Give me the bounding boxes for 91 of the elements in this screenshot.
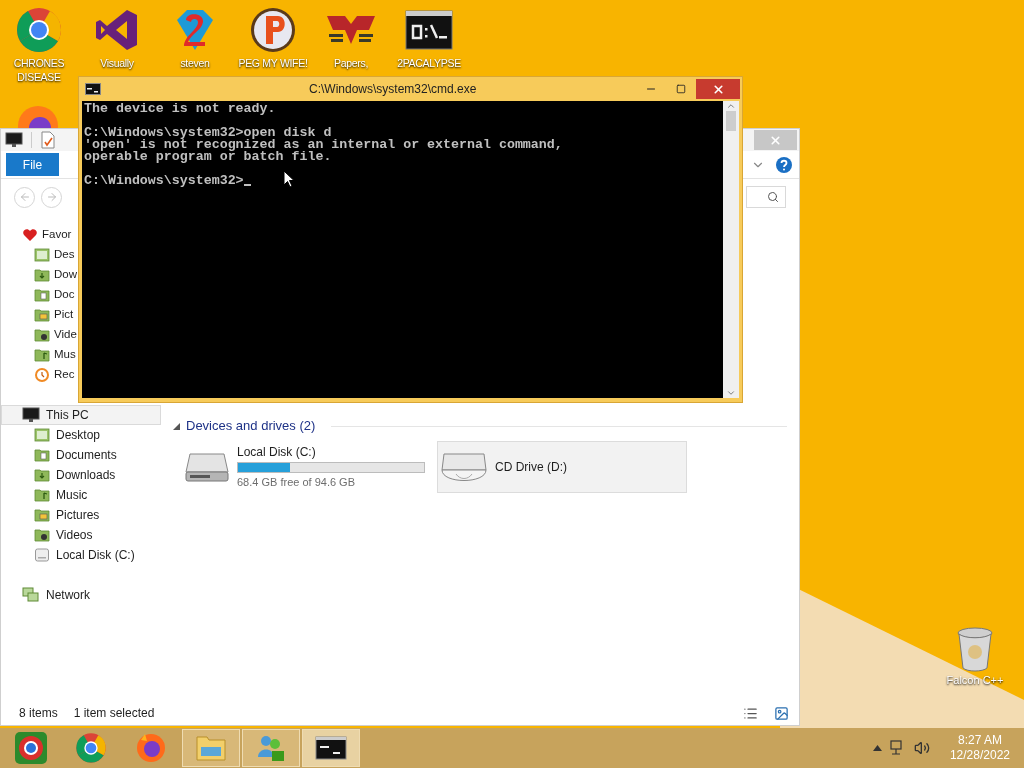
console-line: The device is not ready. [84,103,276,115]
shortcut-label: 2PACALYPSE [397,56,461,70]
folder-icon [195,733,227,763]
console-line: C:\Windows\system32> [84,175,251,187]
people-icon [256,733,286,763]
close-icon [769,133,782,147]
nav-item[interactable]: Documents [1,445,161,465]
maximize-icon [676,84,686,94]
nav-item[interactable]: Pictures [1,505,161,525]
console-line: operable program or batch file. [84,151,332,163]
nav-item[interactable]: Dow [1,265,78,285]
nav-item[interactable]: Pict [1,305,75,325]
nav-item[interactable]: Rec [1,365,76,385]
volume-icon[interactable] [913,740,930,756]
documents-folder-icon [34,287,50,303]
heart-icon [22,227,38,243]
monitor-icon [22,407,40,423]
music-folder-icon [34,487,50,503]
console-icon [405,10,453,50]
taskbar-button[interactable] [302,729,360,767]
nav-item[interactable]: Music [1,485,161,505]
item-count: 8 items [19,705,58,722]
search-icon [767,191,779,203]
details-view-icon[interactable] [743,705,758,721]
nav-item[interactable]: This PC [1,405,161,425]
chrome-icon [14,731,48,765]
drive-icon [34,547,50,563]
nav-item[interactable]: Favor [1,225,73,245]
videos-folder-icon [34,327,50,343]
pictures-folder-icon [34,307,50,323]
scroll-thumb[interactable] [726,111,736,131]
shortcut-label: Papers, [333,56,369,70]
scrollbar[interactable] [723,101,739,398]
help-icon[interactable] [775,155,793,174]
file-tab[interactable]: File [6,153,59,176]
nav-item[interactable]: Desktop [1,425,161,445]
shortcut-label: Visually [100,56,134,70]
music-folder-icon [34,347,50,363]
chrome-icon [15,6,63,54]
nav-item[interactable]: Doc [1,285,76,305]
desktop-icon [34,247,50,263]
close-button[interactable] [696,79,740,99]
nav-item[interactable]: Des [1,245,76,265]
section-heading: Devices and drives (2) [186,417,316,436]
back-arrow-icon [18,191,31,203]
console-icon [315,736,347,760]
drive-tile[interactable]: CD Drive (D:) [437,441,687,493]
mouse-pointer-icon [283,170,295,188]
shortcut-label: PEG MY WIFE! [238,56,308,70]
nav-item[interactable]: Local Disk (C:) [1,545,161,565]
search-field[interactable] [746,186,786,208]
shortcut-label: steven [180,56,210,70]
monitor-icon [5,132,23,148]
download-folder-icon [34,467,50,483]
scroll-down-icon [726,388,736,398]
nav-item[interactable]: Mus [1,345,77,365]
console-line: C:\Windows\system32>open disk d [84,127,332,139]
drive-name: CD Drive (D:) [495,459,567,476]
tiles-view-icon[interactable] [774,705,789,721]
trash-bin-icon [955,626,995,672]
console-icon [85,83,101,95]
show-hidden-icons-icon[interactable] [872,745,882,751]
ball-logo-icon [249,6,297,54]
properties-icon[interactable] [40,131,56,149]
window-title: C:\Windows\system32\cmd.exe [309,81,477,98]
fox-globe-icon [135,732,167,764]
console-line: 'open' is not recognized as an internal or external command, [84,139,563,151]
desktop-icon [34,427,50,443]
nav-item[interactable]: Network [1,585,161,605]
download-folder-icon [34,267,50,283]
videos-folder-icon [34,527,50,543]
clock-icon [34,367,50,383]
hard-drive-icon [184,450,230,484]
free-space-text: 68.4 GB free of 94.6 GB [237,475,356,491]
nav-item[interactable]: Videos [1,525,161,545]
close-icon [711,82,725,96]
selection-count: 1 item selected [73,705,155,722]
drive-name: Local Disk (C:) [237,444,317,462]
network-computers-icon [22,587,40,603]
drive-tile[interactable]: Local Disk (C:) 68.4 GB free of 94.6 GB [181,441,431,493]
documents-folder-icon [34,447,50,463]
shortcut-label: CHRONES DISEASE [12,56,66,84]
optical-drive-icon [440,450,488,484]
collapse-triangle-icon[interactable] [173,422,180,430]
shortcut-label: Falcon C++ [946,673,1004,688]
nav-item[interactable]: Downloads [1,465,161,485]
forward-arrow-icon [45,191,58,203]
scroll-up-icon [726,101,736,111]
pictures-folder-icon [34,507,50,523]
nav-item[interactable]: Vide [1,325,78,345]
chrome-icon [75,732,107,764]
